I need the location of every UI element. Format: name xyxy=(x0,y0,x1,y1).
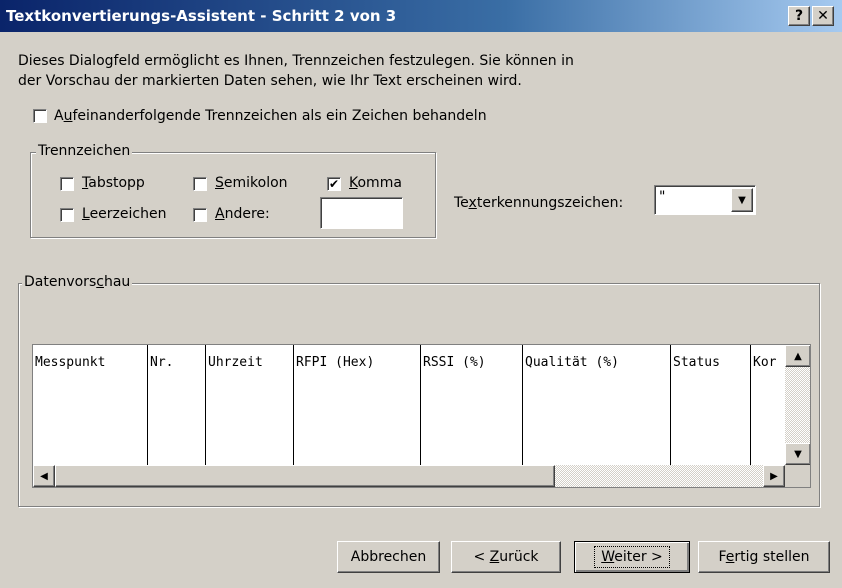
comma-label[interactable]: Komma xyxy=(349,175,402,191)
window-title: Textkonvertierungs-Assistent - Schritt 2… xyxy=(6,7,397,25)
preview-column-header: RFPI (Hex) xyxy=(294,345,421,465)
consecutive-delimiters-checkbox[interactable] xyxy=(33,109,47,123)
horizontal-scroll-thumb[interactable] xyxy=(55,465,555,487)
help-button[interactable]: ? xyxy=(788,6,810,26)
description-line-1: Dieses Dialogfeld ermöglicht es Ihnen, T… xyxy=(18,53,574,69)
scroll-down-icon[interactable]: ▼ xyxy=(785,443,810,465)
description-line-2: der Vorschau der markierten Daten sehen,… xyxy=(18,73,522,89)
preview-group-label: Datenvorschau xyxy=(22,274,133,290)
preview-column-header: Qualität (%) xyxy=(523,345,671,465)
scrollbar-corner xyxy=(785,465,810,487)
text-qualifier-combobox[interactable]: " ▼ xyxy=(654,185,756,215)
text-qualifier-value: " xyxy=(659,189,666,205)
other-label[interactable]: Andere: xyxy=(215,206,270,222)
semicolon-checkbox[interactable] xyxy=(193,177,207,191)
tab-checkbox[interactable] xyxy=(60,177,74,191)
cancel-button[interactable]: Abbrechen xyxy=(337,541,440,573)
preview-column-header: Status xyxy=(671,345,751,465)
preview-column-header: Nr. xyxy=(148,345,206,465)
close-button[interactable]: ✕ xyxy=(812,6,834,26)
preview-column-header: Kor xyxy=(753,355,777,370)
dropdown-arrow-icon[interactable]: ▼ xyxy=(731,188,753,212)
semicolon-label[interactable]: Semikolon xyxy=(215,175,288,191)
space-label[interactable]: Leerzeichen xyxy=(82,206,166,222)
tab-label[interactable]: Tabstopp xyxy=(82,175,145,191)
consecutive-delimiters-label[interactable]: Aufeinanderfolgende Trennzeichen als ein… xyxy=(54,108,487,124)
scroll-up-icon[interactable]: ▲ xyxy=(785,345,810,367)
title-bar: Textkonvertierungs-Assistent - Schritt 2… xyxy=(0,0,842,32)
data-preview[interactable]: Messpunkt Nr. Uhrzeit RFPI (Hex) RSSI (%… xyxy=(32,344,811,488)
other-delimiter-input[interactable] xyxy=(320,197,403,229)
scroll-right-icon[interactable]: ▶ xyxy=(763,465,785,487)
delimiters-group-label: Trennzeichen xyxy=(36,143,133,159)
preview-column-header: RSSI (%) xyxy=(421,345,523,465)
text-qualifier-label: Texterkennungszeichen: xyxy=(454,195,624,211)
next-button[interactable]: Weiter > xyxy=(574,541,690,573)
comma-checkbox[interactable]: ✔ xyxy=(327,177,341,191)
back-button[interactable]: < Zurück xyxy=(451,541,561,573)
other-checkbox[interactable] xyxy=(193,208,207,222)
finish-button[interactable]: Fertig stellen xyxy=(698,541,830,573)
scroll-left-icon[interactable]: ◀ xyxy=(33,465,55,487)
preview-column-header: Messpunkt xyxy=(33,345,148,465)
preview-column-header: Uhrzeit xyxy=(206,345,294,465)
space-checkbox[interactable] xyxy=(60,208,74,222)
